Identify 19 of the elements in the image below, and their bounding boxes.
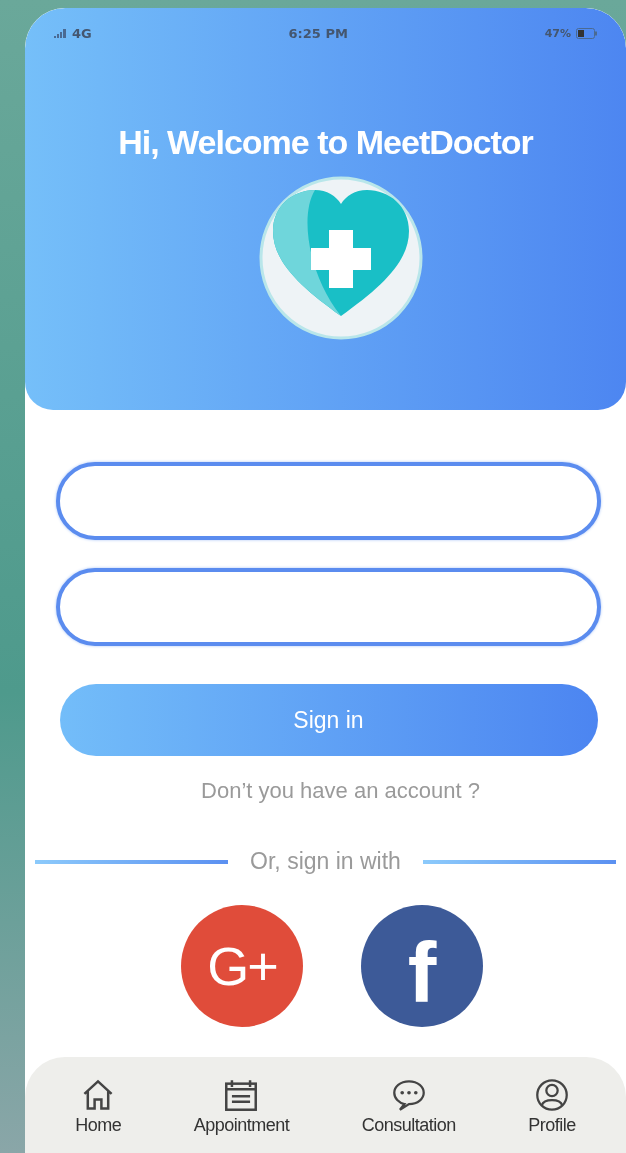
input-field[interactable] bbox=[56, 462, 601, 540]
divider-label: Or, sign in with bbox=[250, 848, 401, 875]
battery-icon bbox=[576, 28, 598, 39]
nav-tab[interactable]: Consultation bbox=[361, 1115, 456, 1136]
google-plus-button[interactable]: G+ bbox=[181, 905, 303, 1027]
clock-time: 6:25 PM bbox=[288, 26, 348, 41]
nav-tab[interactable]: Profile bbox=[528, 1115, 576, 1136]
heart-cross-logo-icon bbox=[258, 176, 423, 340]
chat-bubble-icon bbox=[391, 1078, 426, 1112]
network-label: 4G bbox=[72, 26, 92, 41]
nav-tab[interactable]: Home bbox=[75, 1115, 122, 1136]
nav-tab[interactable]: Appointment bbox=[193, 1115, 290, 1136]
signal-icon bbox=[53, 28, 67, 39]
calendar-icon bbox=[224, 1078, 259, 1112]
person-icon bbox=[534, 1078, 569, 1112]
battery-percent: 47% bbox=[544, 27, 571, 40]
facebook-button[interactable]: f bbox=[361, 905, 483, 1027]
input-field[interactable] bbox=[56, 568, 601, 646]
welcome-title: Hi, Welcome to MeetDoctor bbox=[118, 123, 533, 162]
